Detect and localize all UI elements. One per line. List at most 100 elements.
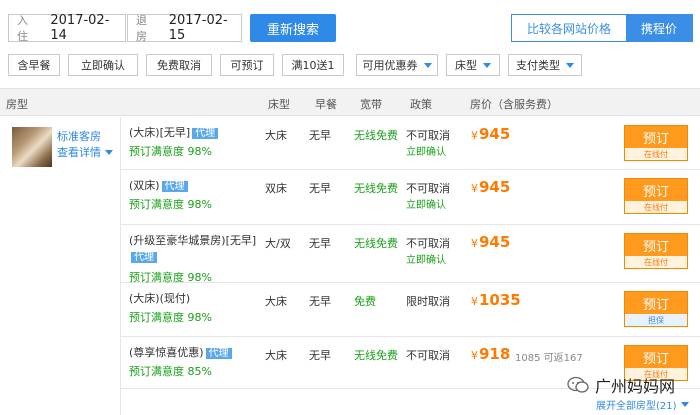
rate-name-text: (升级至豪华城景房)[无早]	[129, 234, 257, 247]
broadband: 无线免费	[354, 129, 398, 142]
book-button[interactable]: 预订 在线付	[624, 178, 688, 214]
expand-all-rooms[interactable]: 展开全部房型(21)	[596, 397, 689, 412]
search-button[interactable]: 重新搜索	[250, 14, 336, 42]
room-name-link[interactable]: 标准客房	[57, 128, 101, 144]
ctrip-price-tab[interactable]: 携程价	[626, 15, 692, 41]
checkout-label: 退房	[136, 14, 147, 43]
search-bar: 入住 2017-02-14 退房 2017-02-15 重新搜索 比较各网站价格…	[0, 0, 700, 52]
currency-symbol: ¥	[471, 295, 478, 308]
original-price: 1085 可返167	[515, 353, 583, 364]
currency-symbol: ¥	[471, 129, 478, 142]
rate-name-text: (尊享惊喜优惠)	[129, 346, 204, 359]
rate-row: (双床) 代理 预订满意度 98% 双床 无早 无线免费 不可取消 立即确认 ¥9…	[121, 170, 700, 225]
satisfaction-text: 预订满意度 98%	[129, 198, 212, 211]
payment-type: 在线付	[625, 256, 687, 268]
price: ¥918	[471, 345, 510, 363]
checkin-date: 2017-02-14	[50, 13, 110, 43]
book-button-label: 预订	[625, 292, 687, 314]
bed-type: 大床	[265, 295, 287, 308]
filter-payment-dropdown[interactable]: 支付类型	[508, 54, 582, 76]
price-value: 945	[479, 125, 511, 143]
price-value: 945	[479, 178, 511, 196]
header-policy: 政策	[410, 98, 432, 111]
payment-type: 担保	[625, 314, 687, 326]
price: ¥945	[471, 233, 510, 251]
chevron-down-icon	[105, 149, 113, 155]
filter-promo[interactable]: 满10送1	[282, 54, 344, 76]
breakfast: 无早	[309, 349, 331, 362]
rate-row: (大床)[无早] 代理 预订满意度 98% 大床 无早 无线免费 不可取消 立即确…	[121, 117, 700, 170]
header-room-type: 房型	[6, 98, 28, 111]
agent-badge: 代理	[161, 181, 188, 192]
book-button-label: 预订	[625, 346, 687, 368]
filter-coupon-dropdown[interactable]: 可用优惠券	[356, 54, 438, 76]
filter-free-cancel[interactable]: 免费取消	[146, 54, 212, 76]
compare-sites-tab[interactable]: 比较各网站价格	[512, 15, 626, 41]
chevron-down-icon	[566, 62, 574, 68]
book-button-label: 预订	[625, 126, 687, 148]
checkout-field[interactable]: 退房 2017-02-15	[127, 13, 242, 43]
cancel-policy: 不可取消	[406, 237, 450, 250]
cancel-policy: 限时取消	[406, 295, 450, 308]
rate-row: (大床)(现付) 预订满意度 98% 大床 无早 免费 限时取消 ¥1035 预…	[121, 283, 700, 337]
filter-bar: 含早餐 立即确认 免费取消 可预订 满10送1 可用优惠券 床型 支付类型	[0, 54, 700, 78]
price: ¥1035	[471, 291, 521, 309]
breakfast: 无早	[309, 237, 331, 250]
filter-bed-dropdown[interactable]: 床型	[446, 54, 500, 76]
currency-symbol: ¥	[471, 182, 478, 195]
header-price: 房价（含服务费）	[470, 98, 558, 111]
satisfaction-text: 预订满意度 98%	[129, 311, 212, 324]
wechat-icon	[567, 376, 589, 393]
cancel-policy: 不可取消	[406, 349, 450, 362]
currency-symbol: ¥	[471, 349, 478, 362]
filter-coupon-label: 可用优惠券	[362, 59, 418, 72]
bed-type: 大床	[265, 129, 287, 142]
bed-type: 双床	[265, 182, 287, 195]
agent-badge: 代理	[205, 348, 232, 359]
broadband: 无线免费	[354, 237, 398, 250]
broadband: 无线免费	[354, 182, 398, 195]
header-bed: 床型	[268, 98, 290, 111]
confirm-status: 立即确认	[406, 147, 446, 158]
price-value: 1035	[479, 291, 521, 309]
price: ¥945	[471, 178, 510, 196]
agent-badge: 代理	[192, 128, 219, 139]
broadband: 免费	[354, 295, 376, 308]
filter-breakfast[interactable]: 含早餐	[8, 54, 60, 76]
header-breakfast: 早餐	[315, 98, 337, 111]
checkin-field[interactable]: 入住 2017-02-14	[8, 13, 126, 43]
filter-bookable[interactable]: 可预订	[220, 54, 274, 76]
watermark: 广州妈妈网	[567, 373, 675, 397]
price-value: 918	[479, 345, 511, 363]
book-button[interactable]: 预订 在线付	[624, 125, 688, 161]
breakfast: 无早	[309, 295, 331, 308]
rate-name: (大床)(现付)	[129, 291, 259, 307]
room-details-toggle[interactable]: 查看详情	[57, 144, 113, 160]
broadband: 无线免费	[354, 349, 398, 362]
room-thumbnail[interactable]	[12, 127, 52, 167]
rate-name: (双床) 代理	[129, 178, 259, 195]
rate-name-text: (双床)	[129, 179, 160, 192]
price-value: 945	[479, 233, 511, 251]
rate-name: (大床)[无早] 代理	[129, 125, 259, 142]
chevron-down-icon	[423, 62, 432, 68]
book-button[interactable]: 预订 担保	[624, 291, 688, 327]
satisfaction-text: 预订满意度 85%	[129, 365, 212, 378]
filter-instant-confirm[interactable]: 立即确认	[68, 54, 138, 76]
book-button-label: 预订	[625, 234, 687, 256]
breakfast: 无早	[309, 182, 331, 195]
currency-symbol: ¥	[471, 237, 478, 250]
book-button[interactable]: 预订 在线付	[624, 233, 688, 269]
rate-name: (尊享惊喜优惠) 代理	[129, 345, 259, 362]
checkin-label: 入住	[17, 14, 28, 43]
table-header: 房型 床型 早餐 宽带 政策 房价（含服务费）	[0, 88, 700, 116]
agent-badge: 代理	[131, 252, 157, 263]
chevron-down-icon	[483, 62, 491, 68]
filter-payment-label: 支付类型	[516, 59, 560, 72]
room-type-cell: 标准客房 查看详情	[0, 117, 121, 415]
watermark-text: 广州妈妈网	[595, 377, 676, 396]
satisfaction-text: 预订满意度 98%	[129, 145, 212, 158]
confirm-status: 立即确认	[406, 255, 446, 266]
price-compare-toggle: 比较各网站价格 携程价	[511, 14, 693, 42]
confirm-status: 立即确认	[406, 200, 446, 211]
